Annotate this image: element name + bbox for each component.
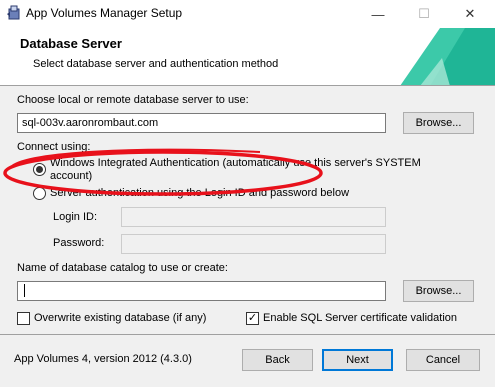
- sql-auth-radio[interactable]: [33, 187, 46, 200]
- catalog-input[interactable]: [17, 281, 386, 301]
- installer-icon: [7, 5, 20, 20]
- radio-selected-dot: [36, 166, 43, 173]
- password-label: Password:: [53, 237, 105, 249]
- windows-auth-label-line2: account): [50, 170, 93, 182]
- page-subtitle: Select database server and authenticatio…: [33, 58, 279, 70]
- minimize-button[interactable]: —: [355, 0, 401, 28]
- login-id-label: Login ID:: [53, 211, 98, 223]
- banner-graphic: [400, 28, 495, 85]
- window-title: App Volumes Manager Setup: [26, 6, 183, 20]
- checkmark-icon: ✓: [247, 312, 258, 324]
- overwrite-label: Overwrite existing database (if any): [34, 312, 207, 324]
- login-id-input[interactable]: [121, 207, 386, 227]
- text-cursor: [24, 284, 25, 297]
- server-browse-button[interactable]: Browse...: [403, 112, 474, 134]
- version-label: App Volumes 4, version 2012 (4.3.0): [14, 353, 192, 365]
- overwrite-checkbox[interactable]: [17, 312, 30, 325]
- windows-auth-radio[interactable]: [33, 163, 46, 176]
- close-button[interactable]: ✕: [447, 0, 493, 28]
- footer-separator: [0, 334, 495, 335]
- password-input[interactable]: [121, 234, 386, 254]
- catalog-browse-button[interactable]: Browse...: [403, 280, 474, 302]
- back-button[interactable]: Back: [242, 349, 313, 371]
- page-title: Database Server: [20, 36, 122, 51]
- title-bar: App Volumes Manager Setup — ☐ ✕: [0, 0, 495, 28]
- next-button[interactable]: Next: [322, 349, 393, 371]
- header-banner: Database Server Select database server a…: [0, 28, 495, 86]
- server-input[interactable]: sql-003v.aaronrombaut.com: [17, 113, 386, 133]
- catalog-label: Name of database catalog to use or creat…: [17, 262, 228, 274]
- server-label: Choose local or remote database server t…: [17, 94, 249, 106]
- connect-label: Connect using:: [17, 141, 91, 153]
- sql-auth-label: Server authentication using the Login ID…: [50, 187, 350, 199]
- ssl-validation-checkbox[interactable]: ✓: [246, 312, 259, 325]
- maximize-button[interactable]: ☐: [401, 0, 447, 28]
- ssl-validation-label: Enable SQL Server certificate validation: [263, 312, 458, 324]
- windows-auth-label-line1: Windows Integrated Authentication (autom…: [50, 157, 421, 169]
- cancel-button[interactable]: Cancel: [406, 349, 480, 371]
